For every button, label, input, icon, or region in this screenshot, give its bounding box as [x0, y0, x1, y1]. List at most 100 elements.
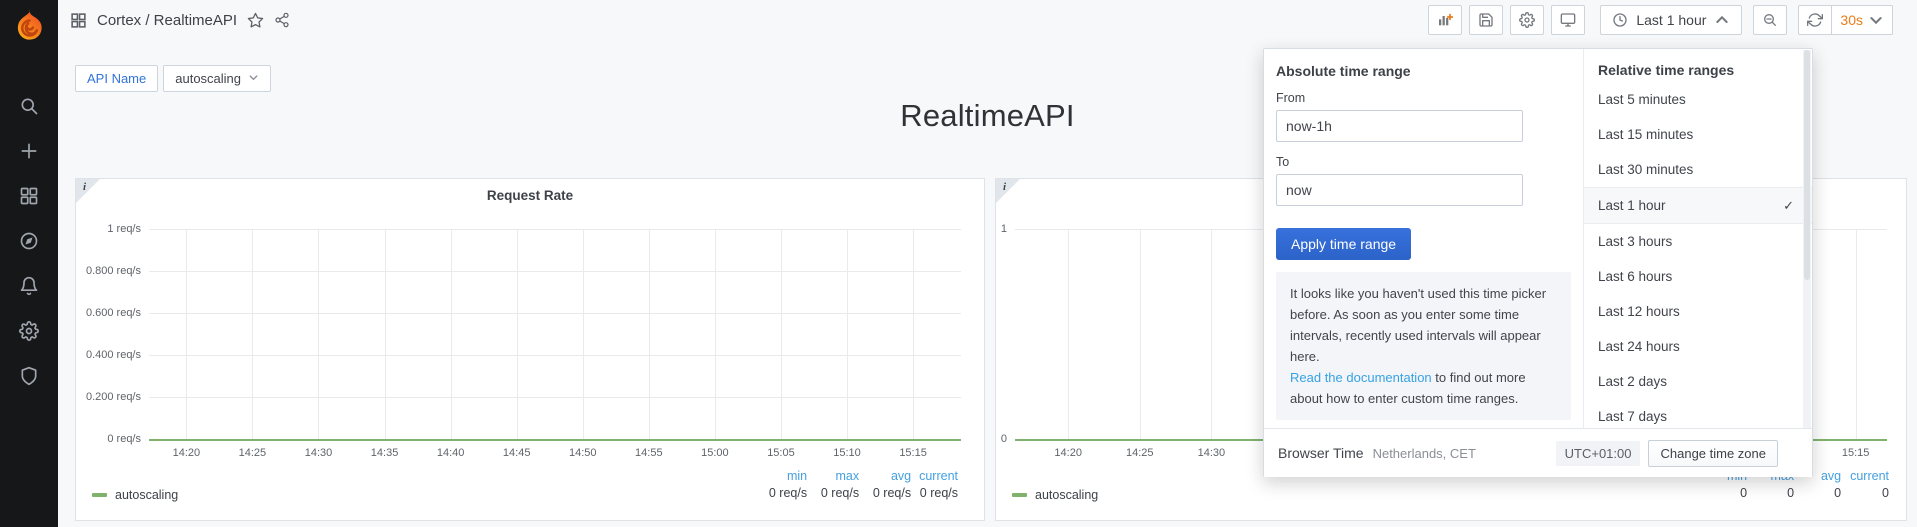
legend-stat-header[interactable]: min [763, 469, 807, 483]
add-panel-button[interactable] [1428, 5, 1462, 35]
refresh-button[interactable] [1798, 5, 1832, 35]
dashboard-grid-icon [70, 12, 87, 29]
variable-value-dropdown[interactable]: autoscaling [163, 65, 271, 92]
relative-range-option[interactable]: Last 30 minutes [1584, 152, 1812, 187]
zoom-out-button[interactable] [1753, 5, 1787, 35]
y-axis-tick-label: 0.600 req/s [76, 307, 141, 319]
chevron-down-icon [248, 71, 259, 86]
legend-stat-value: 0 req/s [763, 486, 807, 500]
legend-stat-value: 0 [1756, 486, 1794, 500]
legend-stat-header[interactable]: current [919, 469, 958, 483]
time-range-label: Last 1 hour [1636, 12, 1706, 28]
x-axis-tick-label: 14:30 [293, 447, 343, 459]
x-axis-tick-label: 14:40 [426, 447, 476, 459]
y-axis-tick-label: 0.800 req/s [76, 265, 141, 277]
relative-range-label: Last 30 minutes [1598, 162, 1693, 177]
grafana-logo-icon[interactable] [10, 7, 48, 45]
relative-range-option[interactable]: Last 7 days [1584, 399, 1812, 434]
x-axis-tick-label: 14:55 [624, 447, 674, 459]
relative-range-label: Last 12 hours [1598, 304, 1680, 319]
legend-stat-header[interactable]: avg [867, 469, 911, 483]
dashboards-icon[interactable] [19, 186, 39, 206]
alerting-bell-icon[interactable] [19, 276, 39, 296]
legend-stats-table: minmaxavgcurrent0 req/s0 req/s0 req/s0 r… [763, 469, 958, 500]
relative-range-option[interactable]: Last 15 minutes [1584, 117, 1812, 152]
to-input[interactable] [1276, 174, 1523, 206]
relative-range-label: Last 6 hours [1598, 269, 1672, 284]
relative-range-label: Last 3 hours [1598, 234, 1672, 249]
x-axis-tick-label: 14:35 [360, 447, 410, 459]
time-range-picker-button[interactable]: Last 1 hour [1600, 5, 1742, 35]
relative-range-option[interactable]: Last 24 hours [1584, 329, 1812, 364]
x-axis-tick-label: 15:10 [822, 447, 872, 459]
legend-stat-value: 0 req/s [919, 486, 958, 500]
from-input[interactable] [1276, 110, 1523, 142]
dashboard-settings-button[interactable] [1510, 5, 1544, 35]
template-variable-row: API Name autoscaling [75, 65, 271, 92]
relative-range-option[interactable]: Last 5 minutes [1584, 82, 1812, 117]
legend-series-name[interactable]: autoscaling [115, 488, 178, 502]
absolute-time-range-title: Absolute time range [1276, 63, 1571, 79]
x-axis-tick-label: 14:25 [227, 447, 277, 459]
x-axis-tick-label: 14:45 [492, 447, 542, 459]
relative-range-option[interactable]: Last 6 hours [1584, 259, 1812, 294]
time-picker-info-box: It looks like you haven't used this time… [1276, 272, 1571, 420]
y-axis-tick-label: 0.400 req/s [76, 349, 141, 361]
kiosk-monitor-button[interactable] [1551, 5, 1585, 35]
relative-range-label: Last 5 minutes [1598, 92, 1686, 107]
relative-ranges-list: Last 5 minutes Last 15 minutes Last 30 min… [1584, 82, 1812, 434]
legend-series-name[interactable]: autoscaling [1035, 488, 1098, 502]
legend-stat-value: 0 req/s [867, 486, 911, 500]
relative-time-ranges-title: Relative time ranges [1584, 49, 1812, 82]
change-time-zone-button[interactable]: Change time zone [1648, 440, 1778, 467]
info-icon: i [1003, 181, 1006, 193]
panel-title[interactable]: Request Rate [76, 188, 984, 203]
legend-stat-value: 0 [1850, 486, 1889, 500]
breadcrumb[interactable]: Cortex / RealtimeAPI [97, 12, 237, 29]
variable-value-label: autoscaling [175, 71, 241, 86]
share-icon[interactable] [274, 12, 290, 28]
check-icon: ✓ [1783, 198, 1794, 214]
relative-range-label: Last 24 hours [1598, 339, 1680, 354]
explore-compass-icon[interactable] [19, 231, 39, 251]
refresh-interval-button[interactable]: 30s [1831, 5, 1893, 35]
browser-time-label: Browser Time [1278, 445, 1364, 461]
legend-swatch [92, 493, 107, 497]
x-axis-tick-label: 15:00 [690, 447, 740, 459]
apply-time-range-button[interactable]: Apply time range [1276, 228, 1411, 260]
configuration-gear-icon[interactable] [19, 321, 39, 341]
x-axis-tick-label: 14:30 [1186, 447, 1236, 459]
documentation-link[interactable]: Read the documentation [1290, 370, 1432, 385]
legend-stat-header[interactable]: max [815, 469, 859, 483]
relative-range-option[interactable]: Last 3 hours [1584, 224, 1812, 259]
legend-series[interactable]: autoscaling [1012, 488, 1098, 502]
x-axis-tick-label: 14:20 [1043, 447, 1093, 459]
star-icon[interactable] [247, 12, 264, 29]
time-picker-overlay: Absolute time range From To Apply time r… [1263, 48, 1813, 477]
admin-shield-icon[interactable] [19, 366, 39, 386]
create-plus-icon[interactable] [19, 141, 39, 161]
x-axis-tick-label: 14:25 [1115, 447, 1165, 459]
legend-stat-value: 0 [1803, 486, 1841, 500]
save-dashboard-button[interactable] [1469, 5, 1503, 35]
y-axis-tick-label: 0.200 req/s [76, 391, 141, 403]
panel-request-rate[interactable]: iRequest Rate1 req/s0.800 req/s0.600 req… [75, 178, 985, 521]
relative-range-option[interactable]: Last 12 hours [1584, 294, 1812, 329]
utc-offset-badge: UTC+01:00 [1556, 441, 1641, 466]
chevron-down-icon [1868, 12, 1884, 28]
y-axis-tick-label: 1 [996, 223, 1007, 235]
from-label: From [1276, 91, 1571, 105]
legend-series[interactable]: autoscaling [92, 488, 178, 502]
time-zone-name: Netherlands, CET [1373, 446, 1476, 461]
legend-stat-header[interactable]: current [1850, 469, 1889, 483]
scrollbar[interactable] [1803, 50, 1811, 428]
relative-range-label: Last 7 days [1598, 409, 1667, 424]
panel-info-corner[interactable] [996, 179, 1020, 203]
x-axis-tick-label: 14:20 [161, 447, 211, 459]
search-icon[interactable] [19, 96, 39, 116]
scrollbar-thumb[interactable] [1804, 50, 1810, 280]
relative-range-option[interactable]: Last 2 days [1584, 364, 1812, 399]
variable-name-chip[interactable]: API Name [75, 65, 158, 92]
legend-stat-value: 0 [1709, 486, 1747, 500]
relative-range-option[interactable]: Last 1 hour✓ [1584, 187, 1812, 224]
